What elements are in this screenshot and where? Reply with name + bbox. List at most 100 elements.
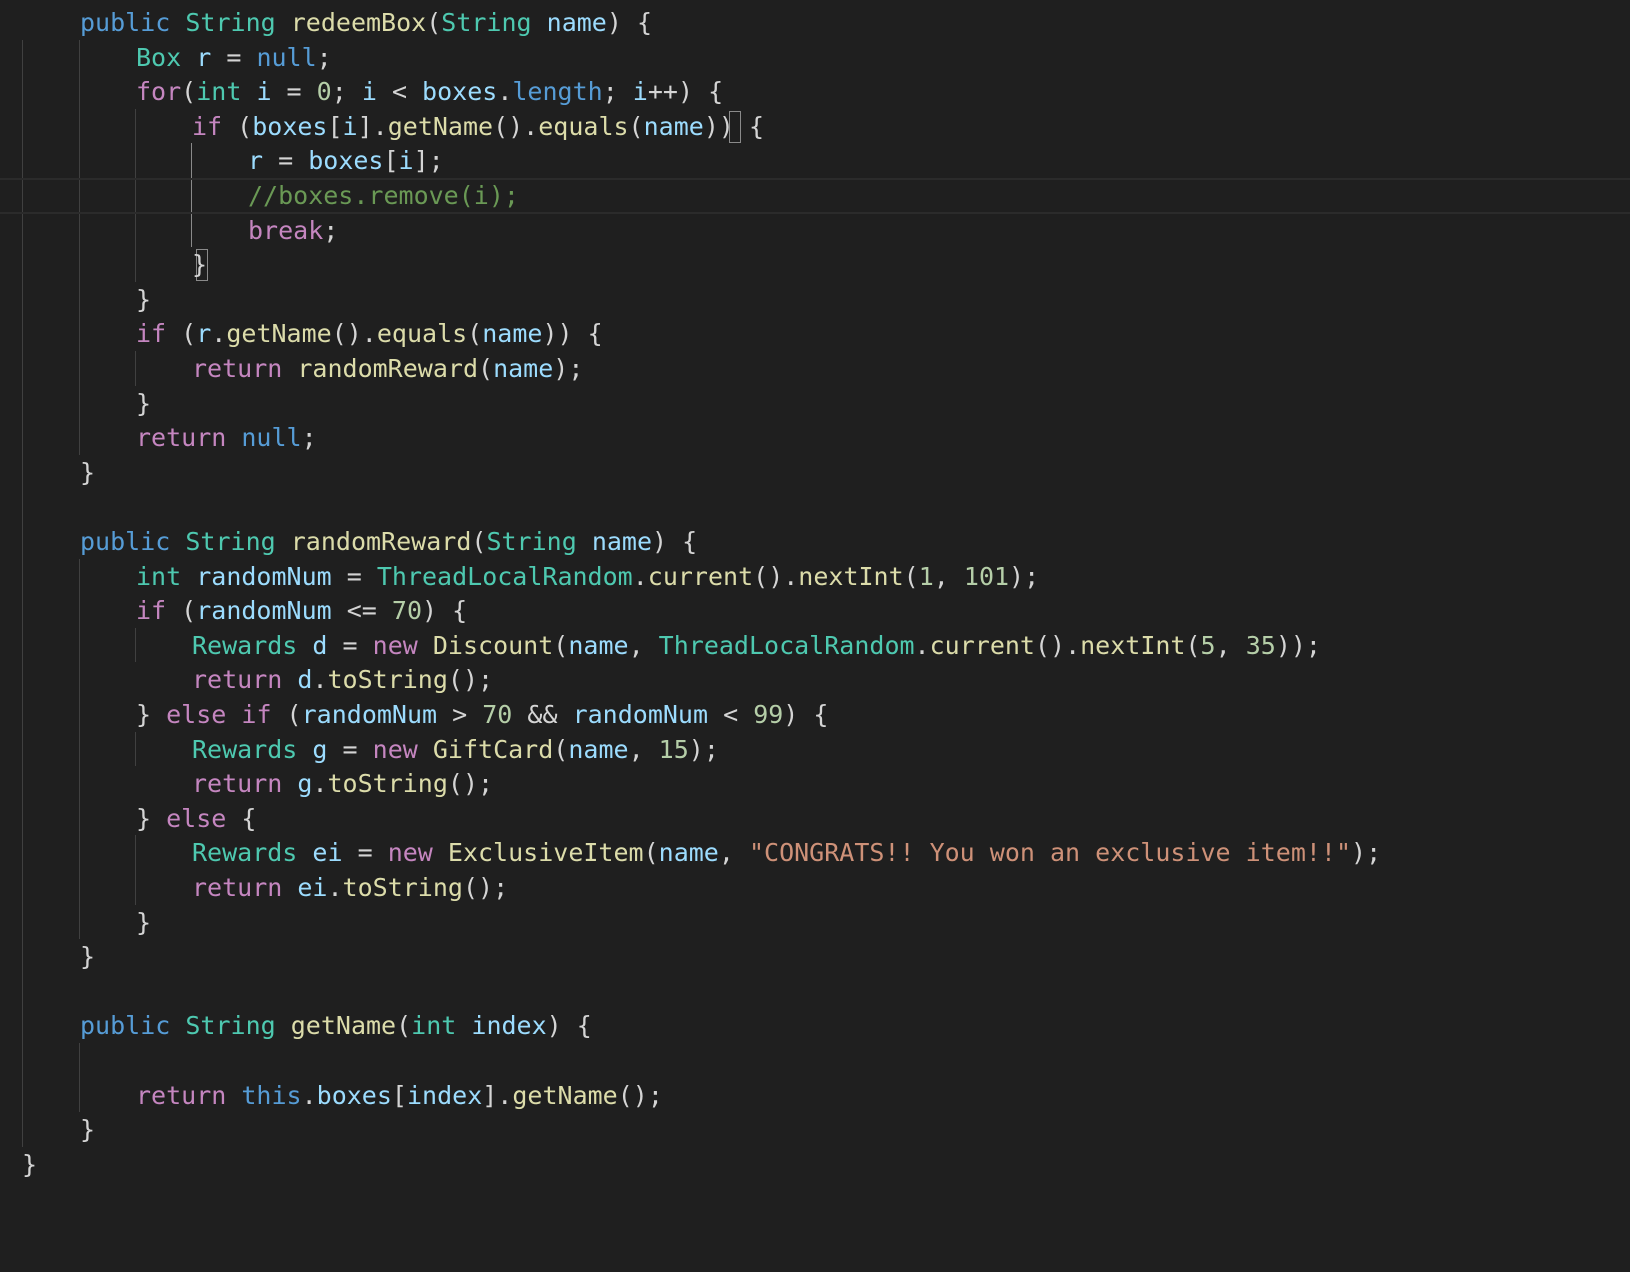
code-line[interactable]: Rewards ei = new ExclusiveItem(name, "CO… [0, 835, 1381, 871]
code-token: ExclusiveItem [447, 838, 644, 868]
code-line[interactable]: } [0, 247, 207, 283]
code-token: (); [447, 769, 494, 799]
current-line[interactable]: //boxes.remove(i); [0, 178, 1630, 214]
code-token: current [929, 630, 1035, 660]
code-line[interactable]: Box r = null; [0, 40, 332, 76]
code-line[interactable]: for(int i = 0; i < boxes.length; i++) { [0, 74, 723, 110]
code-line[interactable] [0, 974, 80, 1010]
code-token: int [411, 1011, 457, 1041]
code-token: else [166, 803, 227, 833]
code-line[interactable]: } [0, 282, 151, 318]
code-line[interactable]: int randomNum = ThreadLocalRandom.curren… [0, 559, 1039, 595]
code-token: = [327, 630, 373, 660]
code-line[interactable]: } [0, 455, 95, 491]
code-token: int [136, 561, 182, 591]
code-token: [ [327, 111, 343, 141]
code-token: 0 [316, 77, 332, 107]
code-line[interactable]: return this.boxes[index].getName(); [0, 1078, 663, 1114]
code-line[interactable]: return d.toString(); [0, 662, 493, 698]
code-line[interactable]: return null; [0, 420, 317, 456]
code-line[interactable]: return randomReward(name); [0, 351, 583, 387]
code-token: name [493, 354, 554, 383]
code-line[interactable]: public String getName(int index) { [0, 1008, 592, 1044]
code-token: name [658, 838, 719, 868]
code-line[interactable]: } else if (randomNum > 70 && randomNum <… [0, 697, 828, 733]
code-editor[interactable]: public String redeemBox(String name) {Bo… [0, 0, 1630, 1272]
code-line[interactable]: return ei.toString(); [0, 870, 508, 906]
code-token: ( [1185, 630, 1201, 660]
code-line[interactable] [0, 489, 80, 525]
code-token: (); [617, 1080, 663, 1110]
code-line[interactable]: Rewards g = new GiftCard(name, 15); [0, 732, 719, 768]
code-token: null [256, 42, 317, 72]
code-token: ) { [606, 8, 653, 37]
code-token: = [331, 561, 377, 591]
code-line[interactable]: } else { [0, 801, 256, 837]
code-token: 99 [753, 700, 784, 729]
code-token: } [136, 803, 167, 833]
code-token: = [263, 146, 309, 176]
code-line[interactable]: } [0, 1147, 37, 1183]
code-token: String [486, 527, 577, 556]
code-token: , [1215, 630, 1246, 660]
code-token: toString [342, 873, 463, 902]
code-token: } [80, 457, 96, 487]
code-token: 70 [482, 700, 513, 729]
code-line[interactable]: break; [0, 213, 338, 249]
code-token: else [166, 700, 227, 729]
code-token: (). [753, 561, 799, 591]
code-token: getName [226, 319, 332, 349]
code-token: if [136, 596, 167, 626]
code-line[interactable]: } [0, 939, 95, 975]
code-token: ( [553, 734, 569, 764]
code-line[interactable]: public String redeemBox(String name) { [0, 5, 652, 41]
code-line[interactable]: Rewards d = new Discount(name, ThreadLoc… [0, 628, 1321, 664]
code-token: if [192, 111, 223, 141]
code-token: ) { [783, 700, 829, 729]
code-line[interactable]: } [0, 386, 151, 422]
code-token: < [376, 77, 423, 107]
code-token: public [80, 8, 171, 37]
code-line[interactable]: } [0, 1112, 95, 1148]
code-token: { [226, 803, 257, 833]
code-line[interactable]: public String randomReward(String name) … [0, 524, 697, 560]
code-line[interactable]: r = boxes[i]; [0, 143, 444, 179]
code-token: ( [467, 319, 483, 349]
code-token: ei [312, 838, 343, 868]
code-token: . [497, 77, 513, 107]
code-token: 101 [963, 561, 1010, 591]
code-token: ; [301, 423, 317, 453]
code-token: if [136, 319, 167, 349]
code-token: current [647, 561, 754, 591]
code-token: ; [316, 42, 332, 72]
code-token: d [297, 665, 313, 695]
code-token: ++) { [647, 77, 724, 107]
code-line[interactable]: return g.toString(); [0, 766, 493, 802]
code-token: 5 [1200, 630, 1216, 660]
code-line[interactable]: } [0, 905, 151, 941]
code-token: ) { [546, 1011, 592, 1041]
code-line[interactable]: if (r.getName().equals(name)) { [0, 316, 603, 352]
code-line[interactable] [0, 1043, 80, 1079]
code-token: g [312, 734, 328, 764]
code-token: } [192, 250, 208, 280]
code-token: new [372, 630, 418, 660]
code-token: ei [297, 873, 328, 902]
code-line[interactable]: if (boxes[i].getName().equals(name)) { [0, 109, 764, 145]
code-token: String [185, 8, 276, 37]
code-token: . [632, 561, 648, 591]
code-token: randomReward [290, 527, 472, 556]
code-line[interactable]: if (randomNum <= 70) { [0, 593, 467, 629]
code-token: randomReward [297, 354, 478, 383]
code-token: return [192, 873, 283, 902]
